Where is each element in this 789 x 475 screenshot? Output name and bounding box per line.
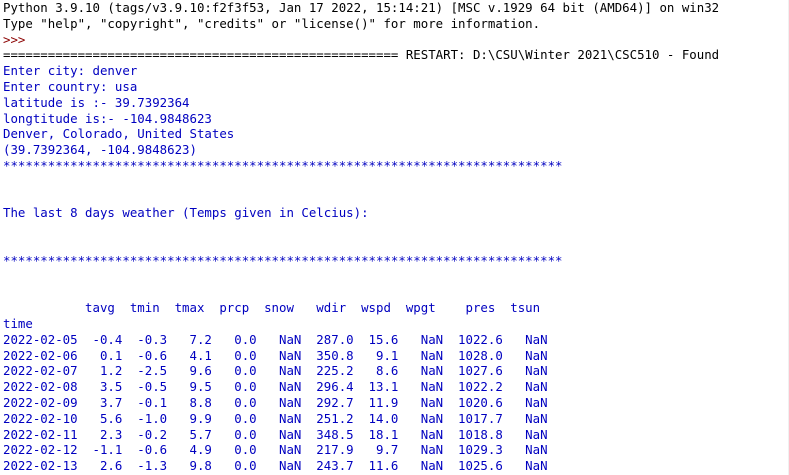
restart-line: ========================================… bbox=[3, 47, 720, 63]
table-header: tavg tmin tmax prcp snow wdir wspd wpgt … bbox=[3, 300, 541, 316]
banner-line-2: Type "help", "copyright", "credits" or "… bbox=[3, 15, 541, 31]
table-row: 2022-02-08 3.5 -0.5 9.5 0.0 NaN 296.4 13… bbox=[3, 379, 548, 395]
table-index-label: time bbox=[3, 315, 33, 331]
table-row: 2022-02-11 2.3 -0.2 5.7 0.0 NaN 348.5 18… bbox=[3, 426, 548, 442]
country-input-line: Enter country: usa bbox=[3, 78, 138, 94]
separator-bottom: ****************************************… bbox=[3, 252, 563, 268]
python-shell-output[interactable]: Python 3.9.10 (tags/v3.9.10:f2f3f53, Jan… bbox=[3, 0, 789, 474]
table-row: 2022-02-07 1.2 -2.5 9.6 0.0 NaN 225.2 8.… bbox=[3, 363, 548, 379]
location-name-line: Denver, Colorado, United States bbox=[3, 126, 235, 142]
shell-prompt: >>> bbox=[3, 31, 33, 47]
weather-title: The last 8 days weather (Temps given in … bbox=[3, 205, 369, 221]
coordinates-line: (39.7392364, -104.9848623) bbox=[3, 142, 197, 158]
table-row: 2022-02-05 -0.4 -0.3 7.2 0.0 NaN 287.0 1… bbox=[3, 331, 548, 347]
banner-line-1: Python 3.9.10 (tags/v3.9.10:f2f3f53, Jan… bbox=[3, 0, 720, 15]
table-row: 2022-02-06 0.1 -0.6 4.1 0.0 NaN 350.8 9.… bbox=[3, 347, 548, 363]
longitude-line: longtitude is:- -104.9848623 bbox=[3, 110, 212, 126]
table-row: 2022-02-10 5.6 -1.0 9.9 0.0 NaN 251.2 14… bbox=[3, 410, 548, 426]
separator-top: ****************************************… bbox=[3, 157, 563, 173]
latitude-line: latitude is :- 39.7392364 bbox=[3, 94, 190, 110]
table-row: 2022-02-09 3.7 -0.1 8.8 0.0 NaN 292.7 11… bbox=[3, 394, 548, 410]
table-row: 2022-02-13 2.6 -1.3 9.8 0.0 NaN 243.7 11… bbox=[3, 458, 548, 474]
weather-table: tavg tmin tmax prcp snow wdir wspd wpgt … bbox=[3, 300, 789, 474]
table-row: 2022-02-12 -1.1 -0.6 4.9 0.0 NaN 217.9 9… bbox=[3, 442, 548, 458]
city-input-line: Enter city: denver bbox=[3, 63, 138, 79]
